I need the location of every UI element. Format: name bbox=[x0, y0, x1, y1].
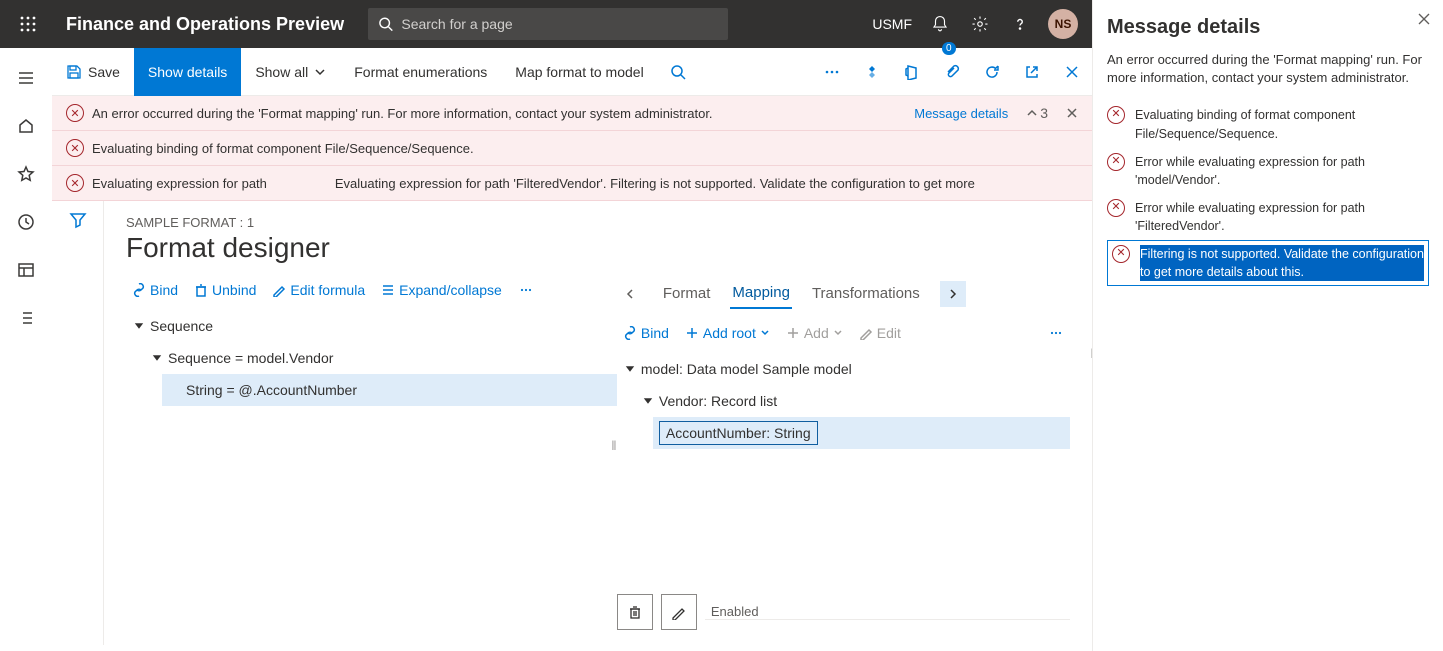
message-strip-2: ✕ Evaluating binding of format component… bbox=[52, 131, 1092, 166]
bind-button[interactable]: Bind bbox=[126, 278, 184, 302]
page-title: Format designer bbox=[126, 232, 1070, 264]
tab-prev-icon[interactable] bbox=[617, 281, 643, 307]
bell-icon[interactable] bbox=[920, 0, 960, 48]
expand-collapse-button[interactable]: Expand/collapse bbox=[375, 278, 508, 302]
message-text-extra: Evaluating expression for path 'Filtered… bbox=[335, 176, 975, 191]
right-overflow-icon[interactable] bbox=[1042, 321, 1070, 345]
filter-icon[interactable] bbox=[69, 211, 87, 645]
tree-row-selected[interactable]: String = @.AccountNumber bbox=[162, 374, 617, 406]
content-area: ✕ An error occurred during the 'Format m… bbox=[52, 96, 1092, 651]
show-all-button[interactable]: Show all bbox=[241, 48, 340, 96]
save-icon bbox=[66, 64, 82, 80]
add-root-button[interactable]: Add root bbox=[679, 321, 776, 345]
format-tree-pane: Bind Unbind Edit formula Expand/collapse… bbox=[126, 278, 617, 638]
tab-next-icon[interactable] bbox=[940, 281, 966, 307]
dismiss-messages-button[interactable] bbox=[1066, 107, 1078, 119]
filter-column bbox=[52, 201, 104, 645]
error-icon: ✕ bbox=[1112, 245, 1130, 263]
help-icon[interactable] bbox=[1000, 0, 1040, 48]
attachment-badge: 0 bbox=[942, 42, 956, 55]
edit-bottom-button[interactable] bbox=[661, 594, 697, 630]
app-launcher-icon[interactable] bbox=[6, 0, 50, 48]
overflow-icon[interactable] bbox=[812, 48, 852, 96]
map-format-to-model-button[interactable]: Map format to model bbox=[501, 48, 657, 96]
search-icon bbox=[378, 16, 393, 32]
gear-icon[interactable] bbox=[960, 0, 1000, 48]
message-text: An error occurred during the 'Format map… bbox=[92, 106, 713, 121]
save-button[interactable]: Save bbox=[52, 48, 134, 96]
refresh-icon[interactable] bbox=[972, 48, 1012, 96]
chevron-down-icon bbox=[314, 66, 326, 78]
error-icon: ✕ bbox=[66, 174, 84, 192]
avatar[interactable]: NS bbox=[1048, 9, 1078, 39]
app-title: Finance and Operations Preview bbox=[50, 14, 360, 35]
error-icon: ✕ bbox=[1107, 106, 1125, 124]
edit-formula-button[interactable]: Edit formula bbox=[266, 278, 371, 302]
workspace-icon[interactable] bbox=[4, 248, 48, 292]
left-nav-rail bbox=[0, 48, 52, 651]
panel-error-item[interactable]: ✕Error while evaluating expression for p… bbox=[1107, 148, 1429, 194]
bottom-controls: Enabled bbox=[617, 594, 1070, 630]
search-action-icon[interactable] bbox=[658, 48, 698, 96]
breadcrumb: SAMPLE FORMAT : 1 bbox=[126, 215, 1070, 230]
diamond-icon[interactable] bbox=[852, 48, 892, 96]
popout-icon[interactable] bbox=[1012, 48, 1052, 96]
message-text: Evaluating binding of format component F… bbox=[92, 141, 474, 156]
message-strip-1: ✕ An error occurred during the 'Format m… bbox=[52, 96, 1092, 131]
hamburger-icon[interactable] bbox=[4, 56, 48, 100]
message-details-link[interactable]: Message details bbox=[914, 106, 1008, 121]
error-icon: ✕ bbox=[1107, 153, 1125, 171]
message-text: Evaluating expression for path bbox=[92, 176, 267, 191]
message-details-panel: Message details An error occurred during… bbox=[1092, 0, 1443, 651]
panel-error-item[interactable]: ✕Evaluating binding of format component … bbox=[1107, 101, 1429, 147]
bind-button-right[interactable]: Bind bbox=[617, 321, 675, 345]
legal-entity[interactable]: USMF bbox=[864, 16, 920, 32]
search-input[interactable] bbox=[393, 16, 718, 32]
enabled-field[interactable] bbox=[705, 619, 1070, 620]
action-bar: Save Show details Show all Format enumer… bbox=[52, 48, 1092, 96]
add-button[interactable]: Add bbox=[780, 321, 849, 345]
attachments-icon[interactable]: 0 bbox=[932, 48, 972, 96]
tab-mapping[interactable]: Mapping bbox=[730, 278, 792, 309]
global-header: Finance and Operations Preview USMF NS bbox=[0, 0, 1092, 48]
error-icon: ✕ bbox=[66, 139, 84, 157]
mapping-pane: Format Mapping Transformations Bind Add … bbox=[617, 278, 1070, 638]
search-box[interactable] bbox=[368, 8, 728, 40]
show-details-button[interactable]: Show details bbox=[134, 48, 241, 96]
modules-icon[interactable] bbox=[4, 296, 48, 340]
error-icon: ✕ bbox=[1107, 199, 1125, 217]
panel-title: Message details bbox=[1107, 16, 1429, 39]
message-strip-3: ✕ Evaluating expression for path Evaluat… bbox=[52, 166, 1092, 201]
tree-row[interactable]: model: Data model Sample model bbox=[617, 353, 1070, 385]
home-icon[interactable] bbox=[4, 104, 48, 148]
office-icon[interactable] bbox=[892, 48, 932, 96]
panel-description: An error occurred during the 'Format map… bbox=[1107, 51, 1429, 87]
splitter-handle[interactable]: ‖ bbox=[609, 438, 619, 453]
close-panel-icon[interactable] bbox=[1417, 12, 1431, 26]
tab-transformations[interactable]: Transformations bbox=[810, 279, 922, 308]
clock-icon[interactable] bbox=[4, 200, 48, 244]
tree-row[interactable]: Vendor: Record list bbox=[635, 385, 1070, 417]
error-icon: ✕ bbox=[66, 104, 84, 122]
edit-button[interactable]: Edit bbox=[853, 321, 907, 345]
star-icon[interactable] bbox=[4, 152, 48, 196]
tree-row-selected[interactable]: AccountNumber: String bbox=[653, 417, 1070, 449]
format-enumerations-button[interactable]: Format enumerations bbox=[340, 48, 501, 96]
enabled-label: Enabled bbox=[711, 604, 1070, 619]
collapse-messages-button[interactable]: 3 bbox=[1026, 105, 1048, 121]
unbind-button[interactable]: Unbind bbox=[188, 278, 262, 302]
tree-row[interactable]: Sequence = model.Vendor bbox=[144, 342, 617, 374]
tree-row[interactable]: Sequence bbox=[126, 310, 617, 342]
tab-format[interactable]: Format bbox=[661, 279, 713, 308]
panel-error-item-active[interactable]: ✕Filtering is not supported. Validate th… bbox=[1107, 240, 1429, 286]
delete-button[interactable] bbox=[617, 594, 653, 630]
left-overflow-icon[interactable] bbox=[512, 278, 540, 302]
close-page-icon[interactable] bbox=[1052, 48, 1092, 96]
panel-error-item[interactable]: ✕Error while evaluating expression for p… bbox=[1107, 194, 1429, 240]
